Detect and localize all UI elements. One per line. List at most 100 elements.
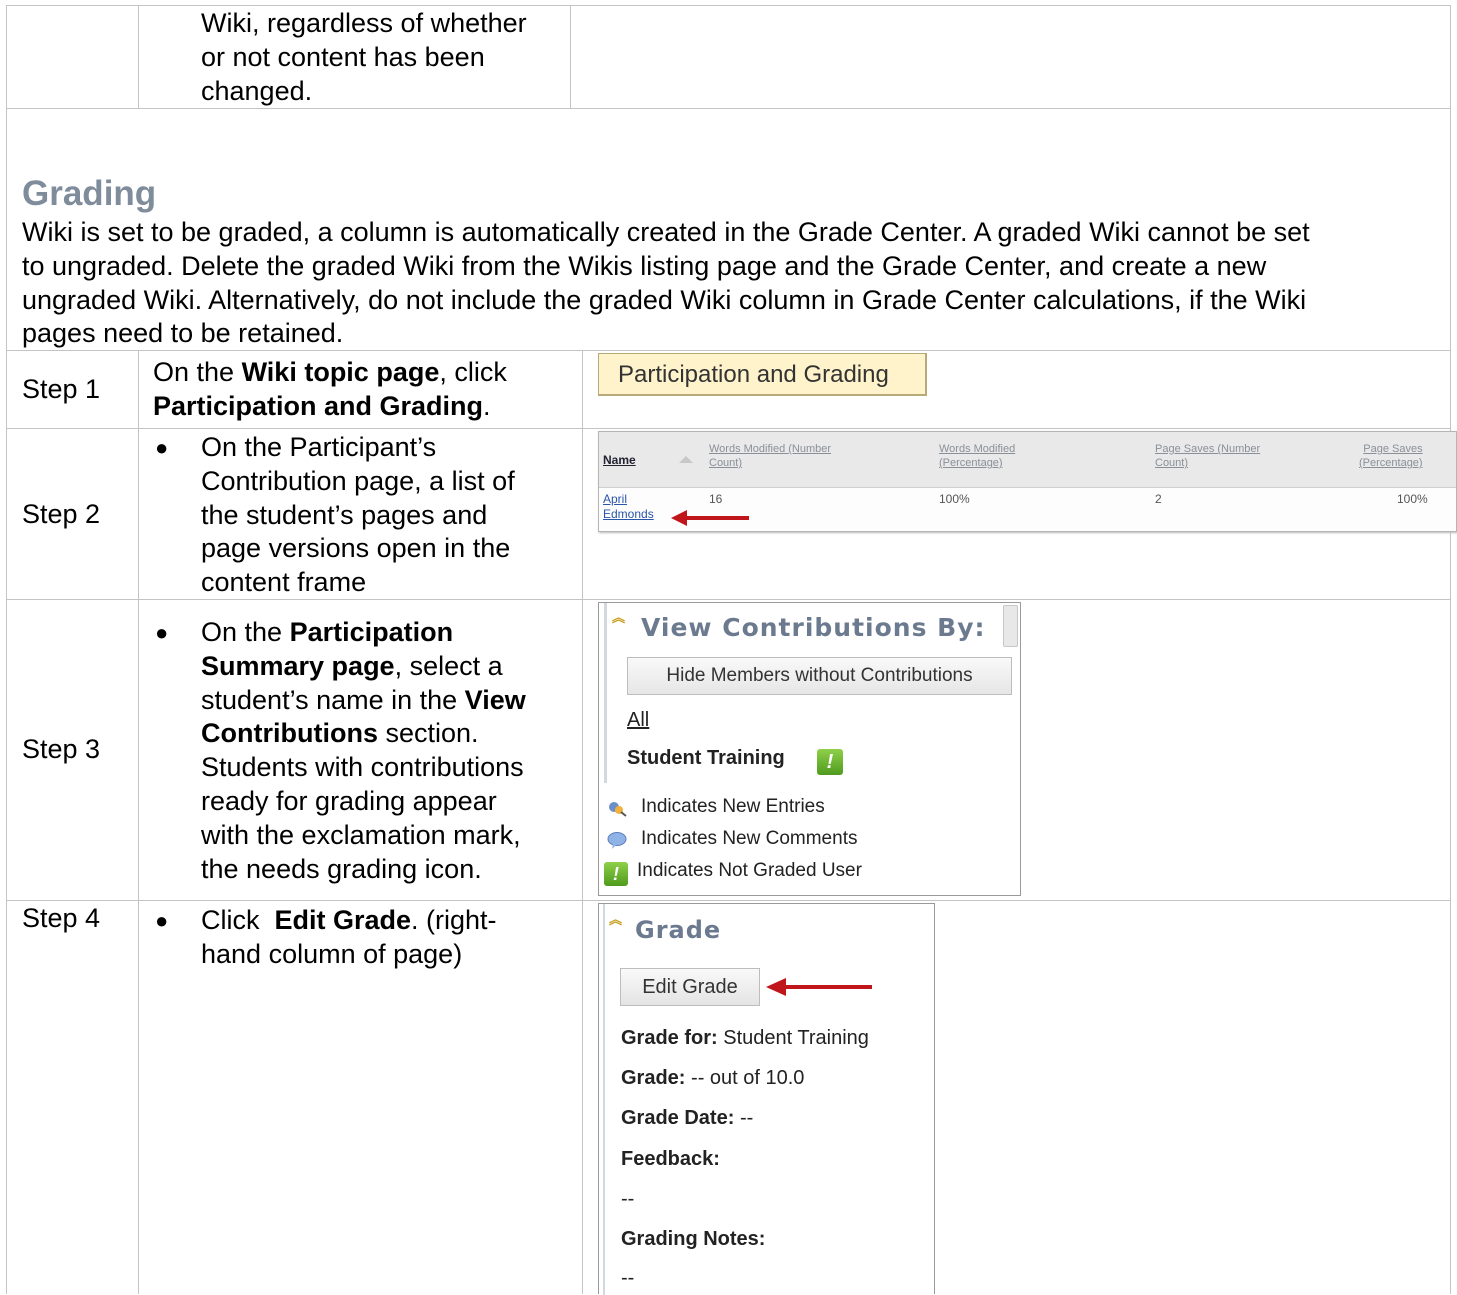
field-value: Student Training [723, 1027, 869, 1049]
text-line: On the Participation [201, 616, 526, 650]
participant-contribution-table: Name Words Modified (Number Count) Words… [598, 431, 1457, 532]
field-label: Grade: [621, 1067, 686, 1089]
field-label: Grade Date: [621, 1107, 735, 1129]
text-run-bold: Participation [289, 617, 454, 647]
legend-new-entries: Indicates New Entries [641, 796, 825, 817]
step-3-label: Step 3 [22, 734, 101, 764]
red-arrow-icon [671, 510, 749, 526]
text-line: Contributions section. [201, 717, 526, 751]
sort-ascending-icon[interactable] [679, 456, 693, 463]
bullet: ● [155, 620, 169, 645]
edit-grade-button[interactable]: Edit Grade [620, 968, 760, 1006]
column-header-saves-pct[interactable]: Page Saves (Percentage) [1359, 442, 1423, 470]
text-run: , click [439, 357, 507, 387]
text-line: changed. [201, 75, 313, 106]
step-2-label: Step 2 [22, 499, 101, 529]
header-line: Words Modified [939, 443, 1016, 455]
table-rule [6, 5, 1451, 6]
header-line: Words Modified (Number [709, 443, 832, 455]
section-intro: Wiki is set to be graded, a column is au… [22, 216, 1442, 351]
student-link[interactable]: Student Training [627, 747, 785, 770]
step-4-label: Step 4 [22, 903, 101, 933]
name-line: April [603, 492, 628, 506]
text-line: Summary page, select a [201, 650, 526, 684]
grade-date-row: Grade Date: -- [621, 1107, 753, 1130]
step-3-instructions: On the Participation Summary page, selec… [201, 616, 526, 886]
table-rule [138, 350, 139, 1294]
step-1-label: Step 1 [22, 374, 101, 404]
column-header-words-pct[interactable]: Words Modified (Percentage) [939, 442, 1015, 470]
section-heading: Grading [22, 174, 157, 213]
text-line: ready for grading appear [201, 785, 497, 816]
collapse-chevron-icon[interactable]: ︽ [612, 611, 625, 624]
column-header-name[interactable]: Name [603, 453, 636, 467]
text-line: or not content has been [201, 41, 485, 72]
grading-notes-value: -- [621, 1267, 635, 1289]
text-line: pages need to be retained. [22, 318, 344, 349]
table-border-left [6, 5, 7, 1294]
text-line: On the Wiki topic page, click [153, 356, 507, 390]
text-line: with the exclamation mark, [201, 819, 521, 850]
step-2-instructions: On the Participant’s Contribution page, … [201, 431, 515, 600]
collapse-chevron-icon[interactable]: ︽ [609, 913, 622, 926]
text-line: hand column of page) [201, 938, 463, 969]
header-line: Page Saves (Number [1155, 443, 1261, 455]
bullet: ● [155, 435, 169, 460]
text-run: . (right- [411, 905, 497, 935]
text-line: to ungraded. Delete the graded Wiki from… [22, 250, 1267, 281]
header-line: Page Saves [1363, 443, 1423, 455]
text-line: Students with contributions [201, 752, 524, 783]
table-rule [6, 900, 1451, 901]
header-line: (Percentage) [939, 457, 1003, 469]
text-line: Contribution page, a list of [201, 465, 515, 496]
scrollbar[interactable] [1003, 605, 1018, 647]
all-link[interactable]: All [627, 709, 649, 732]
panel-left-bar [603, 904, 605, 1295]
text-run-bold: Edit Grade [274, 905, 412, 935]
cell-words-count: 16 [709, 492, 723, 506]
text-run: Click [201, 905, 275, 935]
step-4-instructions: Click Edit Grade. (right- hand column of… [201, 904, 497, 972]
legend-not-graded: Indicates Not Graded User [637, 860, 862, 881]
name-line: Edmonds [603, 507, 654, 521]
grade-for-row: Grade for: Student Training [621, 1027, 869, 1050]
header-line: Count) [1155, 457, 1189, 469]
text-line: student’s name in the View [201, 684, 526, 718]
table-rule [6, 428, 1451, 429]
field-value: -- [739, 1107, 754, 1129]
text-line: Participation and Grading. [153, 390, 507, 424]
column-header-saves-count[interactable]: Page Saves (Number Count) [1155, 442, 1260, 470]
text-run: On the [201, 617, 290, 647]
text-run: student’s name in the [201, 684, 465, 715]
cell-saves-pct: 100% [1397, 492, 1428, 506]
panel-title: Grade [635, 916, 722, 944]
feedback-label: Feedback: [621, 1148, 720, 1171]
student-name-link[interactable]: April Edmonds [603, 492, 654, 522]
document-page: Wiki, regardless of whether or not conte… [0, 0, 1457, 1295]
text-run-bold: Contributions [201, 718, 378, 749]
text-line: content frame [201, 567, 367, 598]
cell-words-pct: 100% [939, 492, 970, 506]
text-line: page versions open in the [201, 533, 511, 564]
field-label: Grade for: [621, 1027, 718, 1049]
legend-new-comments: Indicates New Comments [641, 828, 858, 849]
table-rule [570, 5, 571, 108]
top-row-text: Wiki, regardless of whether or not conte… [201, 7, 527, 108]
hide-members-button[interactable]: Hide Members without Contributions [627, 657, 1012, 695]
column-header-words-count[interactable]: Words Modified (Number Count) [709, 442, 831, 470]
grading-notes-label: Grading Notes: [621, 1228, 765, 1251]
participation-and-grading-button[interactable]: Participation and Grading [598, 353, 927, 396]
field-label: Grading Notes: [621, 1228, 766, 1250]
red-arrow-icon [766, 978, 872, 996]
text-line: the needs grading icon. [201, 853, 482, 884]
text-line: Wiki, regardless of whether [201, 8, 527, 38]
header-line: Count) [709, 457, 743, 469]
grade-row: Grade: -- out of 10.0 [621, 1067, 804, 1090]
header-line: (Percentage) [1359, 457, 1423, 469]
panel-title: View Contributions By: [641, 613, 986, 642]
text-run: . [483, 390, 491, 421]
step-1-instructions: On the Wiki topic page, click Participat… [153, 356, 507, 424]
text-run: On the [153, 357, 242, 387]
text-line: the student’s pages and [201, 499, 488, 530]
table-rule [582, 350, 583, 1294]
